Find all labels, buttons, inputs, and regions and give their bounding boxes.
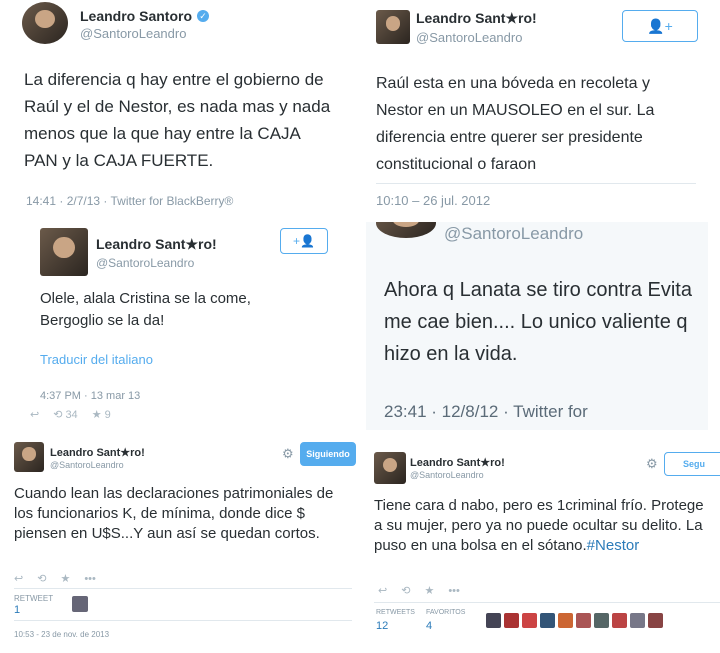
retweeter-avatar[interactable] (72, 596, 88, 612)
avatar[interactable] (40, 228, 88, 276)
tweet-card-2: ⌄ Leandro Sant★ro! @SantoroLeandro 👤+ Ra… (364, 0, 720, 218)
tweet-actions: ↩ ⟲ 34 ★ 9 (30, 408, 111, 422)
tweet-actions: ↩ ⟲ ★ ••• (378, 584, 460, 598)
tweet-timestamp[interactable]: 14:41 · 2/7/13 · Twitter for BlackBerry® (26, 194, 233, 208)
tweet-timestamp[interactable]: 23:41 · 12/8/12 · Twitter for (384, 402, 588, 422)
author-handle[interactable]: @SantoroLeandro (50, 460, 124, 470)
divider (374, 602, 720, 603)
retweet-icon[interactable]: ⟲ (401, 584, 410, 597)
author-handle[interactable]: @SantoroLeandro (416, 30, 522, 45)
avatar[interactable] (22, 2, 68, 44)
following-button[interactable]: Siguiendo (300, 442, 356, 466)
author-handle[interactable]: @SantoroLeandro (410, 470, 484, 480)
tweet-text: Olele, alala Cristina se la come, Bergog… (40, 290, 251, 329)
author-name[interactable]: Leandro Sant★ro! (96, 236, 217, 253)
tweet-card-6: Leandro Sant★ro! @SantoroLeandro ⚙ Segu … (364, 440, 720, 653)
favorites-label: FAVORITOS (426, 609, 466, 616)
star-icon[interactable]: ★ (424, 584, 434, 597)
retweet-icon[interactable]: ⟲ (37, 572, 46, 585)
tweet-text: La diferencia q hay entre el gobierno de… (24, 70, 331, 170)
tweet-text: Raúl esta en una bóveda en recoleta y Ne… (376, 75, 655, 173)
avatar[interactable] (376, 222, 436, 238)
tweet-text: Tiene cara d nabo, pero es 1criminal frí… (374, 496, 714, 556)
following-label: Segu (682, 459, 705, 469)
divider (14, 588, 352, 589)
avatar[interactable] (522, 613, 537, 628)
hashtag-link[interactable]: #Nestor (587, 537, 640, 554)
tweet-text: Ahora q Lanata se tiro contra Evita me c… (384, 279, 692, 365)
tweet-text: Cuando lean las declaraciones patrimonia… (14, 485, 334, 542)
following-button[interactable]: Segu (664, 452, 720, 476)
retweet-count: 34 (65, 408, 78, 421)
translate-link[interactable]: Traducir del italiano (40, 352, 153, 367)
retweet-button[interactable]: ⟲ 34 (53, 408, 78, 422)
tweet-card-4: @SantoroLeandro Ahora q Lanata se tiro c… (366, 222, 708, 430)
gear-icon[interactable]: ⚙ (646, 456, 658, 472)
add-user-icon: +👤 (293, 234, 315, 248)
avatar[interactable] (576, 613, 591, 628)
avatar[interactable] (594, 613, 609, 628)
avatar[interactable] (648, 613, 663, 628)
tweet-timestamp[interactable]: 10:10 – 26 jul. 2012 (376, 193, 490, 208)
favorite-count: 9 (104, 408, 111, 421)
avatar[interactable] (486, 613, 501, 628)
avatar[interactable] (630, 613, 645, 628)
avatar[interactable] (374, 452, 406, 484)
divider (376, 183, 696, 184)
user-avatars (486, 613, 663, 628)
retweets-label: RETWEETS (376, 609, 415, 616)
avatar[interactable] (14, 442, 44, 472)
tweet-actions: ↩ ⟲ ★ ••• (14, 572, 96, 586)
star-icon: ★ (91, 409, 102, 421)
reply-icon[interactable]: ↩ (378, 584, 387, 597)
avatar[interactable] (540, 613, 555, 628)
avatar[interactable] (504, 613, 519, 628)
tweet-timestamp[interactable]: 4:37 PM · 13 mar 13 (40, 390, 140, 402)
retweet-label: RETWEET (14, 594, 54, 603)
author-handle[interactable]: @SantoroLeandro (444, 224, 583, 244)
gear-icon[interactable]: ⚙ (282, 446, 294, 462)
reply-icon[interactable]: ↩ (14, 572, 23, 585)
add-user-icon: 👤+ (647, 17, 673, 34)
author-handle[interactable]: @SantoroLeandro (80, 26, 186, 41)
tweet-card-1: Leandro Santoro ✓ @SantoroLeandro La dif… (0, 0, 356, 218)
reply-icon[interactable]: ↩ (30, 408, 39, 421)
author-name[interactable]: Leandro Sant★ro! (50, 446, 145, 459)
retweets-count[interactable]: 12 (376, 620, 388, 632)
avatar[interactable] (376, 10, 410, 44)
more-icon[interactable]: ••• (84, 573, 96, 585)
tweet-text-plain: Tiene cara d nabo, pero es 1criminal frí… (374, 497, 704, 554)
retweet-icon: ⟲ (53, 409, 63, 421)
more-icon[interactable]: ••• (448, 585, 460, 597)
avatar[interactable] (558, 613, 573, 628)
author-handle[interactable]: @SantoroLeandro (96, 256, 194, 270)
favorite-button[interactable]: ★ 9 (91, 408, 111, 422)
tweet-timestamp[interactable]: 10:53 - 23 de nov. de 2013 (14, 630, 109, 639)
author-name[interactable]: Leandro Sant★ro! (410, 456, 505, 469)
author-name[interactable]: Leandro Santoro (80, 8, 192, 24)
favorites-count[interactable]: 4 (426, 620, 432, 632)
avatar[interactable] (612, 613, 627, 628)
tweet-card-5: Leandro Sant★ro! @SantoroLeandro ⚙ Sigui… (0, 436, 356, 653)
retweet-count[interactable]: 1 (14, 604, 20, 616)
follow-button[interactable]: +👤 (280, 228, 328, 254)
author-name[interactable]: Leandro Sant★ro! (416, 10, 537, 27)
divider (14, 620, 352, 621)
tweet-card-3: Leandro Sant★ro! @SantoroLeandro +👤 Olel… (28, 222, 353, 430)
following-label: Siguiendo (306, 449, 350, 459)
follow-button[interactable]: 👤+ (622, 10, 698, 42)
verified-icon: ✓ (197, 10, 209, 22)
star-icon[interactable]: ★ (60, 572, 70, 585)
